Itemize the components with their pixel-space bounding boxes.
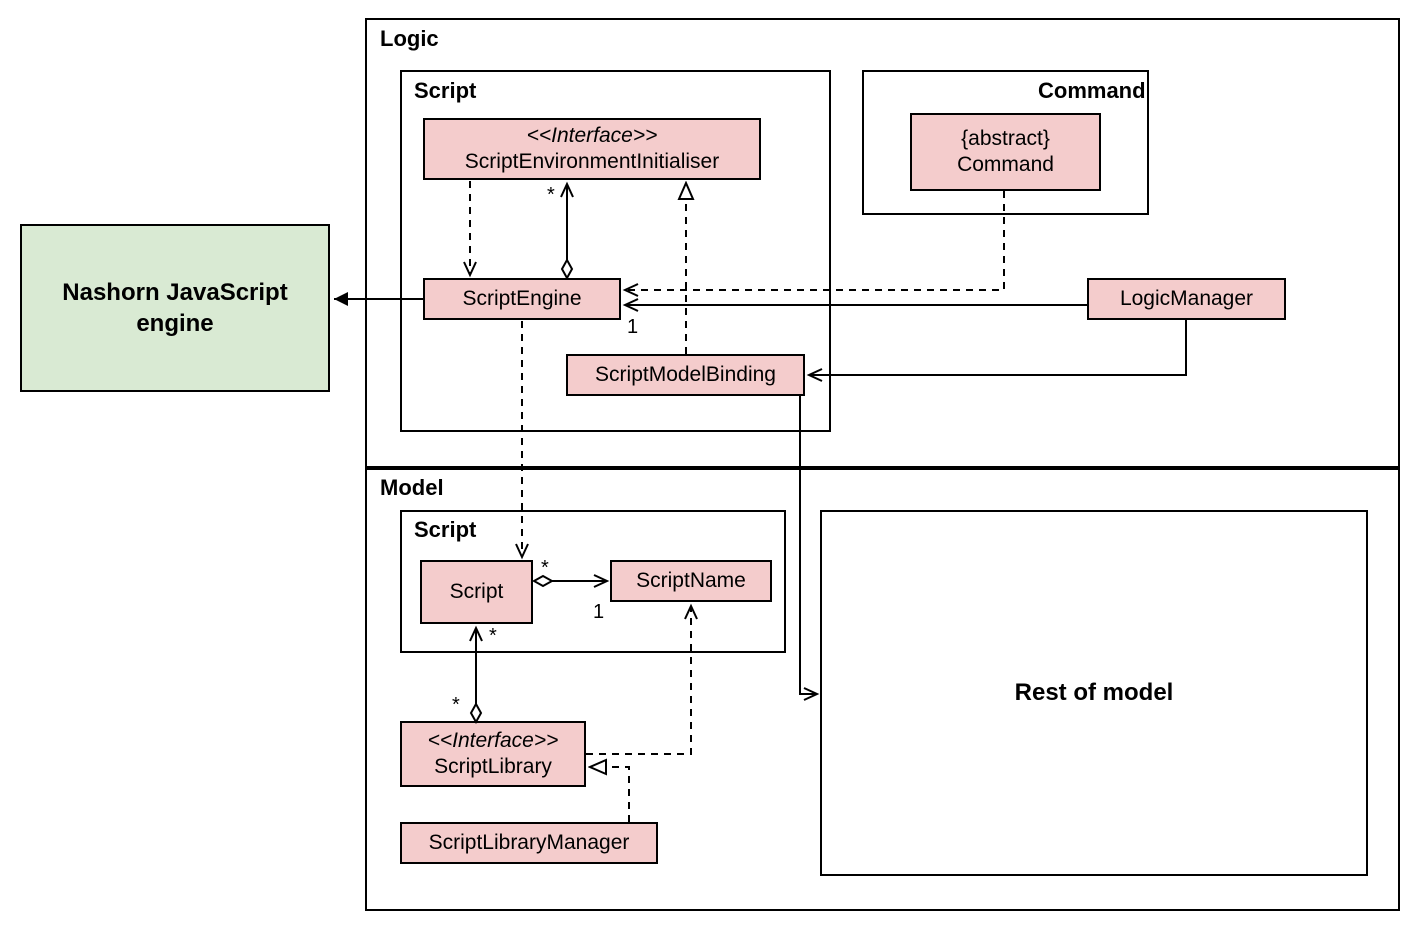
mult-star-library: * xyxy=(452,694,460,717)
script-name-box: ScriptName xyxy=(610,560,772,602)
script-model-binding-box: ScriptModelBinding xyxy=(566,354,805,396)
script-engine-name: ScriptEngine xyxy=(462,286,581,312)
command-stereotype: {abstract} xyxy=(961,126,1050,152)
script-library-manager-name: ScriptLibraryManager xyxy=(429,830,630,856)
script-env-initialiser-name: ScriptEnvironmentInitialiser xyxy=(465,149,719,175)
logic-manager-box: LogicManager xyxy=(1087,278,1286,320)
script-env-initialiser-stereotype: <<Interface>> xyxy=(527,123,658,149)
mult-one-scriptengine: 1 xyxy=(627,316,638,339)
script-name: Script xyxy=(450,579,504,605)
mult-one-scriptname: 1 xyxy=(593,601,604,624)
mult-star-script-right: * xyxy=(541,557,549,580)
rest-of-model-label: Rest of model xyxy=(1015,679,1174,707)
script-library-manager-box: ScriptLibraryManager xyxy=(400,822,658,864)
rest-of-model-box: Rest of model xyxy=(820,510,1368,876)
nashorn-line1: Nashorn JavaScript xyxy=(62,277,287,308)
command-box: {abstract} Command xyxy=(910,113,1101,191)
nashorn-line2: engine xyxy=(62,308,287,339)
logic-manager-name: LogicManager xyxy=(1120,286,1253,312)
script-name-name: ScriptName xyxy=(636,568,746,594)
command-name: Command xyxy=(957,152,1054,178)
script-library-name: ScriptLibrary xyxy=(434,754,552,780)
script-library-stereotype: <<Interface>> xyxy=(428,728,559,754)
script-model-binding-name: ScriptModelBinding xyxy=(595,362,776,388)
script-box: Script xyxy=(420,560,533,624)
script-library-box: <<Interface>> ScriptLibrary xyxy=(400,721,586,787)
mult-star-top: * xyxy=(547,184,555,207)
script-engine-box: ScriptEngine xyxy=(423,278,621,320)
nashorn-box: Nashorn JavaScript engine xyxy=(20,224,330,392)
script-env-initialiser-box: <<Interface>> ScriptEnvironmentInitialis… xyxy=(423,118,761,180)
mult-star-script-below: * xyxy=(489,625,497,648)
